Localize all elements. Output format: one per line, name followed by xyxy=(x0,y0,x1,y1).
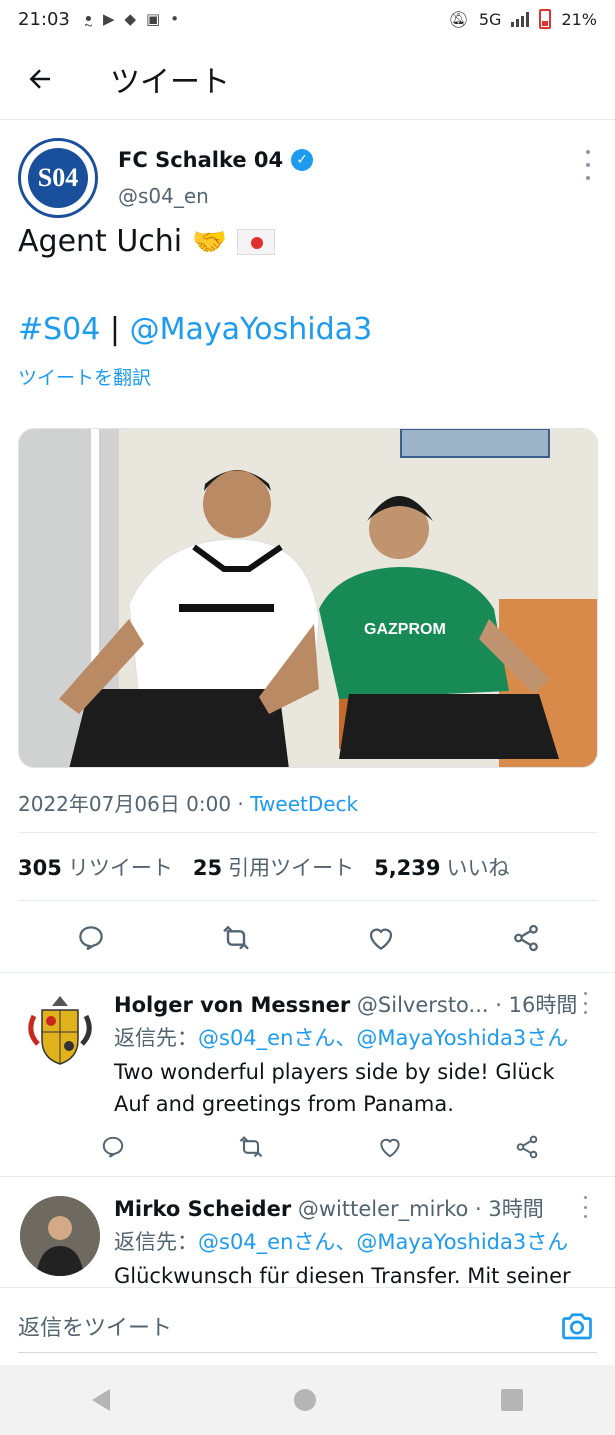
battery-level: 21% xyxy=(561,9,597,29)
likes-stat[interactable]: 5,239 いいね xyxy=(374,852,509,882)
author-avatar[interactable]: S04 xyxy=(18,138,98,218)
reply-text: Two wonderful players side by side! Glüc… xyxy=(114,1060,555,1116)
svg-text:GAZPROM: GAZPROM xyxy=(364,621,446,638)
reply-item[interactable]: Holger von Messner @Silversto... · 16時間 … xyxy=(0,972,615,1176)
reply-composer: 返信をツイート xyxy=(0,1287,615,1365)
tweet-text: Agent Uchi 🤝 xyxy=(18,224,276,259)
reply-item[interactable]: Mirko Scheider @witteler_mirko · 3時間 返信先… xyxy=(0,1176,615,1287)
reply-more-button[interactable] xyxy=(577,1196,593,1218)
quotes-stat[interactable]: 25 引用ツイート xyxy=(193,852,354,882)
tweet-stats: 305 リツイート 25 引用ツイート 5,239 いいね xyxy=(18,852,510,882)
reply-header: Holger von Messner @Silversto... · 16時間 xyxy=(114,989,577,1019)
share-button[interactable] xyxy=(504,916,548,960)
reply-avatar[interactable] xyxy=(20,992,100,1072)
mention-link[interactable]: @MayaYoshida3 xyxy=(130,312,373,347)
reply-avatar[interactable] xyxy=(20,1196,100,1276)
system-nav-bar xyxy=(0,1365,615,1435)
reply-to-mentions[interactable]: @s04_enさん、@MayaYoshida3さん xyxy=(198,1230,568,1254)
heart-icon xyxy=(369,928,392,950)
camera-button[interactable] xyxy=(559,1308,595,1344)
composer-underline xyxy=(18,1352,597,1353)
coat-of-arms-icon xyxy=(28,996,92,1065)
author-handle[interactable]: @s04_en xyxy=(118,184,209,208)
reply-handle-time: @witteler_mirko · 3時間 xyxy=(297,1197,544,1221)
verified-badge-icon: ✓ xyxy=(291,149,314,171)
tweet-links: #S04 | @MayaYoshida3 xyxy=(18,312,372,347)
timestamp-text: 2022年07月06日 0:00 · xyxy=(18,792,251,816)
notification-icons: ꔸ ▶ ◆ ▣ • xyxy=(84,10,179,28)
schalke-logo-icon: S04 xyxy=(28,148,88,208)
arrow-left-icon xyxy=(29,68,50,89)
tweet-actions xyxy=(18,916,598,960)
japan-flag-icon xyxy=(237,228,276,255)
reply-text: Glückwunsch für diesen Transfer. Mit sei… xyxy=(114,1264,571,1287)
divider xyxy=(18,832,598,833)
photo-illustration: GAZPROM xyxy=(19,429,597,767)
client-link[interactable]: TweetDeck xyxy=(250,792,358,816)
reply-author-name[interactable]: Holger von Messner xyxy=(114,993,350,1017)
tweet-timestamp: 2022年07月06日 0:00 · TweetDeck xyxy=(18,788,358,817)
author-name-text: FC Schalke 04 xyxy=(118,148,284,172)
handshake-emoji-icon: 🤝 xyxy=(192,225,228,258)
tweet-author: S04 FC Schalke 04 ✓ @s04_en xyxy=(18,138,598,220)
youtube-icon: ▶ xyxy=(102,10,115,28)
retweet-button[interactable] xyxy=(214,916,258,960)
mute-icon: 🔕︎ xyxy=(448,9,469,29)
reply-handle-time: @Silversto... · 16時間 xyxy=(356,993,578,1017)
reply-to-label: 返信先： xyxy=(114,1230,198,1254)
more-options-button[interactable] xyxy=(578,150,598,180)
nav-back-icon[interactable] xyxy=(92,1389,111,1411)
status-time: 21:03 xyxy=(18,8,70,30)
share-icon xyxy=(513,924,538,952)
reply-button[interactable] xyxy=(69,916,113,960)
reply-actions xyxy=(100,1130,540,1164)
translate-link[interactable]: ツイートを翻訳 xyxy=(18,363,151,390)
retweet-icon[interactable] xyxy=(237,1133,265,1161)
retweet-icon xyxy=(222,925,249,950)
reply-icon xyxy=(78,926,103,951)
reply-input[interactable]: 返信をツイート xyxy=(18,1310,172,1342)
tweet-photo[interactable]: GAZPROM xyxy=(18,428,598,768)
voice-icon: ꔸ xyxy=(83,10,93,28)
status-bar: 21:03 ꔸ ▶ ◆ ▣ • 🔕︎ 5G 21% xyxy=(0,0,615,38)
reply-more-button[interactable] xyxy=(577,992,593,1014)
separator: | xyxy=(109,312,121,347)
line-manga-icon: ▣ xyxy=(146,10,161,28)
author-name[interactable]: FC Schalke 04 ✓ xyxy=(118,148,314,172)
camera-icon xyxy=(562,1313,592,1340)
back-button[interactable] xyxy=(0,38,80,120)
dot-icon: • xyxy=(170,10,180,28)
network-label: 5G xyxy=(478,9,502,29)
share-icon[interactable] xyxy=(514,1134,540,1160)
battery-icon xyxy=(539,9,552,29)
reply-to: 返信先：@s04_enさん、@MayaYoshida3さん xyxy=(114,1022,568,1052)
heart-icon[interactable] xyxy=(377,1134,403,1160)
tweet-text-content: Agent Uchi xyxy=(18,224,183,259)
profile-photo-icon xyxy=(20,1196,100,1276)
like-button[interactable] xyxy=(359,916,403,960)
reply-to-label: 返信先： xyxy=(114,1026,198,1050)
reply-to-mentions[interactable]: @s04_enさん、@MayaYoshida3さん xyxy=(198,1026,568,1050)
nav-home-icon[interactable] xyxy=(294,1389,317,1411)
reply-to: 返信先：@s04_enさん、@MayaYoshida3さん xyxy=(114,1226,568,1256)
retweets-stat[interactable]: 305 リツイート xyxy=(18,852,173,882)
reply-header: Mirko Scheider @witteler_mirko · 3時間 xyxy=(114,1193,544,1223)
divider xyxy=(18,900,598,901)
app-header: ツイート xyxy=(0,38,615,120)
signal-icon xyxy=(511,11,530,27)
reply-icon[interactable] xyxy=(100,1134,126,1160)
nav-recents-icon[interactable] xyxy=(500,1389,523,1411)
reply-author-name[interactable]: Mirko Scheider xyxy=(114,1197,291,1221)
hashtag-link[interactable]: #S04 xyxy=(18,312,100,347)
page-title: ツイート xyxy=(110,64,230,100)
game-icon: ◆ xyxy=(124,10,137,28)
